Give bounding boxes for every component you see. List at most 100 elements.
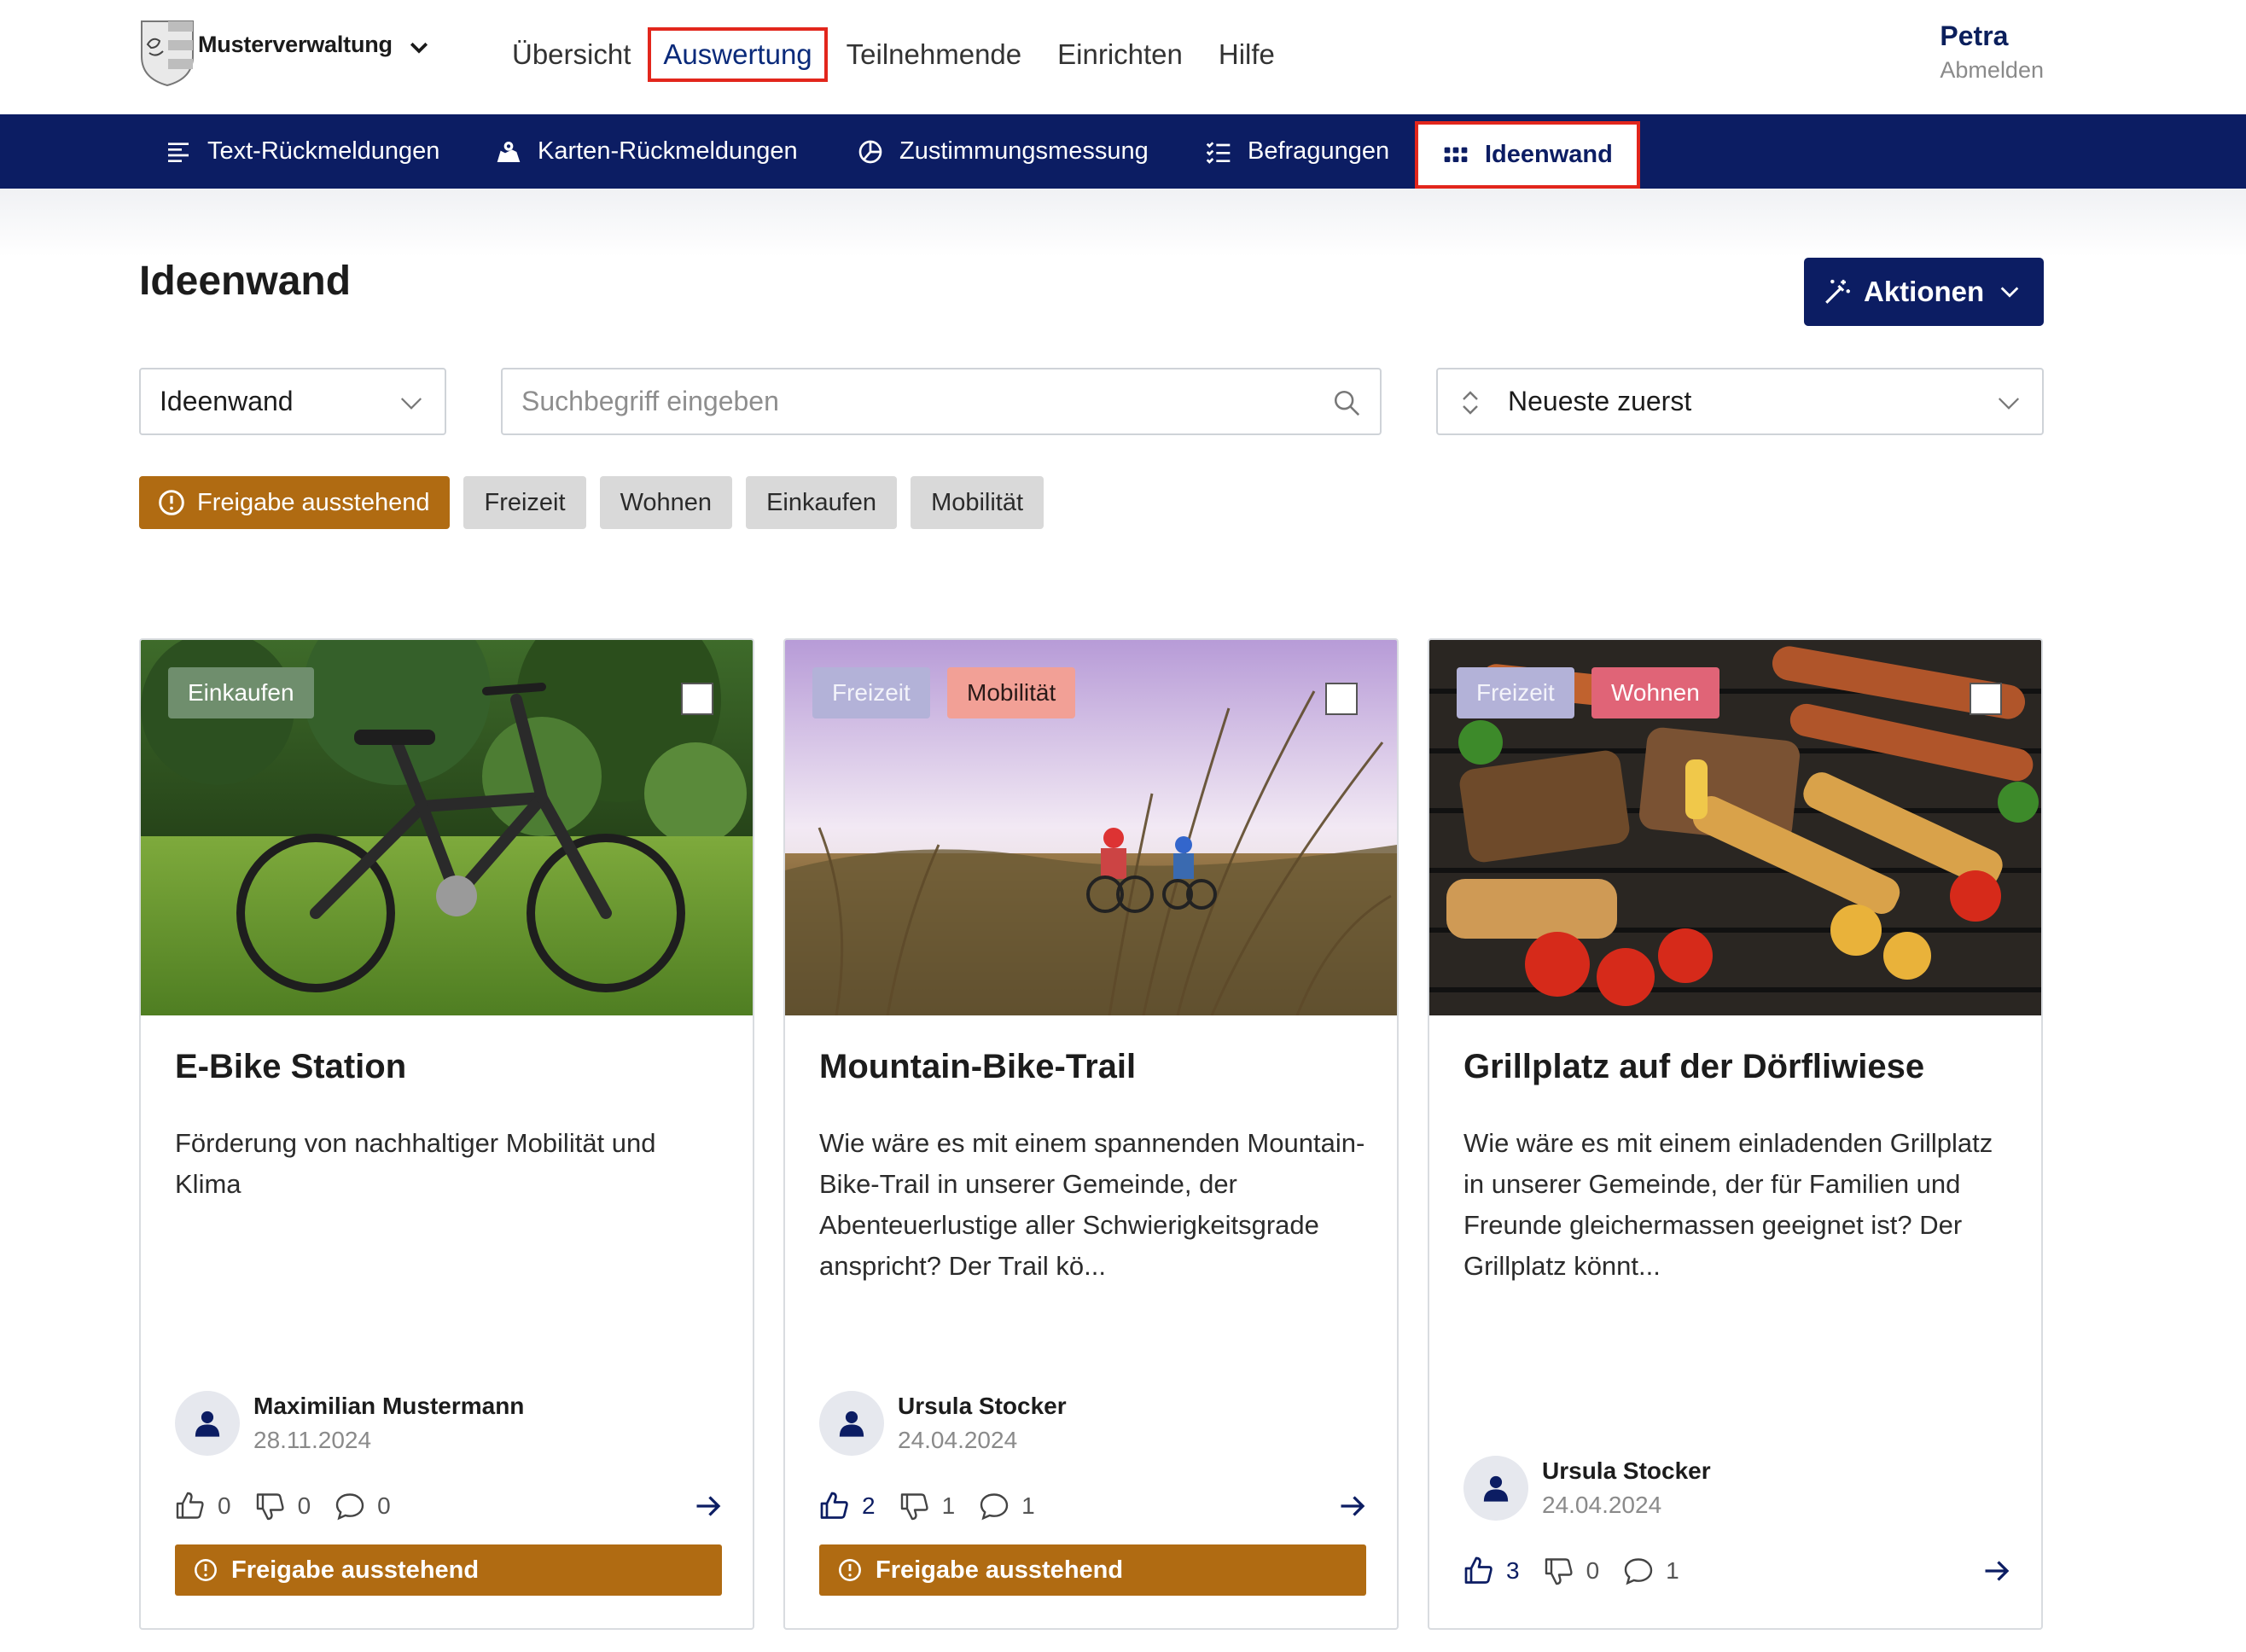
thumbs-up-icon [820,1492,848,1519]
dislikes[interactable]: 1 [899,1491,955,1521]
likes[interactable]: 3 [1463,1556,1520,1586]
comment-count: 0 [377,1492,391,1519]
status-badge: Freigabe ausstehend [819,1544,1366,1596]
idea-title[interactable]: Mountain-Bike-Trail [819,1048,1136,1086]
like-count: 2 [862,1492,876,1519]
org-switcher[interactable]: Musterverwaltung [139,19,432,87]
comment-count: 1 [1021,1492,1035,1519]
comments[interactable]: 1 [1623,1556,1679,1586]
main-nav: Übersicht Auswertung Teilnehmende Einric… [512,26,1311,84]
likes[interactable]: 0 [175,1491,231,1521]
comments[interactable]: 1 [979,1491,1035,1521]
post-date: 24.04.2024 [898,1427,1018,1453]
chip-mobilitaet[interactable]: Mobilität [911,476,1044,529]
thumbs-down-icon [900,1493,928,1521]
tab-label: Ideenwand [1485,141,1613,168]
chip-einkaufen[interactable]: Einkaufen [746,476,898,529]
dislikes[interactable]: 0 [255,1491,311,1521]
coat-of-arms-logo [141,20,194,87]
chevron-down-icon [400,398,422,410]
status-badge: Freigabe ausstehend [175,1544,722,1596]
sort-select[interactable]: Neueste zuerst [1436,368,2044,435]
user-menu: Petra Abmelden [1940,20,2044,84]
user-icon [839,1411,864,1437]
checklist-icon [1206,141,1231,164]
sub-nav: Text-Rückmeldungen Karten-Rückmeldungen … [0,114,2246,189]
alert-circle-icon [195,1559,217,1581]
post-date: 24.04.2024 [1542,1492,1662,1518]
chevron-down-icon [2000,287,2019,298]
dislike-count: 0 [297,1492,311,1519]
nav-einrichten[interactable]: Einrichten [1057,38,1183,71]
search-field [501,368,1382,435]
comment-count: 1 [1666,1557,1679,1584]
search-input[interactable] [521,386,1289,417]
idea-card[interactable]: Einkaufen E-Bike Station Förderung von n… [139,638,754,1630]
actions-button[interactable]: Aktionen [1804,258,2044,326]
tab-label: Karten-Rückmeldungen [538,137,798,165]
tab-zustimmungsmessung[interactable]: Zustimmungsmessung [857,114,1149,189]
author: Ursula Stocker 24.04.2024 [1463,1454,1711,1522]
select-checkbox[interactable] [681,683,713,715]
category-tag: Mobilität [947,667,1076,718]
nav-hilfe[interactable]: Hilfe [1219,38,1275,71]
thumbs-down-icon [1545,1558,1573,1585]
tab-ideenwand[interactable]: Ideenwand [1415,121,1640,189]
tab-befragungen[interactable]: Befragungen [1205,114,1389,189]
view-select[interactable]: Ideenwand [139,368,446,435]
pie-chart-icon [858,140,882,163]
select-checkbox[interactable] [1325,683,1358,715]
comment-icon [335,1493,364,1521]
comment-icon [1624,1558,1653,1585]
text-lines-icon [168,142,189,162]
select-checkbox[interactable] [1970,683,2002,715]
magic-wand-icon [1825,279,1850,304]
chip-freigabe-ausstehend[interactable]: Freigabe ausstehend [139,476,451,529]
tab-text-rueckmeldungen[interactable]: Text-Rückmeldungen [165,114,439,189]
reaction-stats: 2 1 1 [819,1487,1368,1525]
idea-title[interactable]: E-Bike Station [175,1048,406,1086]
idea-description: Wie wäre es mit einem einladenden Grillp… [1463,1128,1993,1281]
arrow-right-icon[interactable] [1337,1491,1368,1521]
category-tag: Freizeit [812,667,930,718]
actions-label: Aktionen [1864,276,1985,307]
likes[interactable]: 2 [819,1491,876,1521]
reaction-stats: 0 0 0 [175,1487,724,1525]
alert-circle-icon [839,1559,861,1581]
filter-chips: Freigabe ausstehend Freizeit Wohnen Eink… [139,476,1057,529]
idea-description: Förderung von nachhaltiger Mobilität und… [175,1128,656,1199]
author: Ursula Stocker 24.04.2024 [819,1389,1067,1457]
arrow-right-icon[interactable] [1981,1556,2012,1586]
author: Maximilian Mustermann 28.11.2024 [175,1389,524,1457]
arrow-right-icon[interactable] [693,1491,724,1521]
search-icon[interactable] [1332,388,1361,417]
idea-title[interactable]: Grillplatz auf der Dörfliwiese [1463,1048,1924,1086]
dislikes[interactable]: 0 [1544,1556,1600,1586]
chip-wohnen[interactable]: Wohnen [599,476,733,529]
logout-link[interactable]: Abmelden [1940,57,2044,84]
idea-card[interactable]: Freizeit Wohnen Grillplatz auf der Dörfl… [1428,638,2043,1630]
view-select-value: Ideenwand [160,386,294,416]
idea-description: Wie wäre es mit einem spannenden Mountai… [819,1128,1365,1281]
category-tag: Wohnen [1591,667,1719,718]
user-name[interactable]: Petra [1940,20,2044,52]
alert-circle-icon [159,490,184,515]
comments[interactable]: 0 [335,1491,391,1521]
chip-freizeit[interactable]: Freizeit [463,476,586,529]
page-title: Ideenwand [139,259,352,304]
thumbs-up-icon [1464,1556,1492,1584]
tab-karten-rueckmeldungen[interactable]: Karten-Rückmeldungen [495,114,798,189]
nav-auswertung[interactable]: Auswertung [648,27,828,82]
tab-label: Befragungen [1248,137,1390,165]
author-name: Ursula Stocker [1542,1457,1711,1484]
status-label: Freigabe ausstehend [876,1556,1124,1584]
like-count: 3 [1506,1557,1520,1584]
dislike-count: 0 [1586,1557,1600,1584]
grid-icon [1444,147,1468,162]
idea-card[interactable]: Freizeit Mobilität Mountain-Bike-Trail W… [783,638,1399,1630]
nav-teilnehmende[interactable]: Teilnehmende [847,38,1021,71]
sort-select-value: Neueste zuerst [1508,386,1692,416]
user-icon [195,1411,220,1437]
nav-uebersicht[interactable]: Übersicht [512,38,631,71]
tab-label: Zustimmungsmessung [899,137,1149,165]
